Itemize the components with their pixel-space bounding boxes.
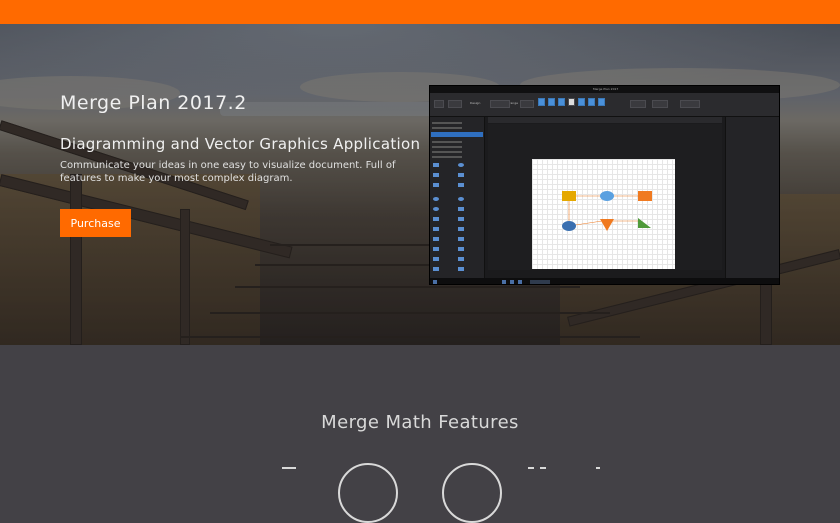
app-ribbon-button xyxy=(434,100,444,108)
rectangle-icon xyxy=(433,163,439,167)
taskbar-app-icon xyxy=(510,280,514,284)
app-style-swatch xyxy=(538,98,545,106)
shape-icon xyxy=(458,227,464,231)
diagram-rectangle xyxy=(638,191,652,201)
app-properties-panel xyxy=(725,117,779,278)
app-style-swatch xyxy=(558,98,565,106)
shape-icon xyxy=(458,217,464,221)
diagram-triangle-orange xyxy=(600,219,614,231)
shape-icon xyxy=(458,197,464,201)
app-ribbon: File Home Design View Arrange xyxy=(430,93,779,117)
ellipse-icon xyxy=(458,163,464,167)
taskbar-active-window xyxy=(530,280,550,284)
shape-icon xyxy=(458,257,464,261)
hero-subtitle: Diagramming and Vector Graphics Applicat… xyxy=(60,135,421,153)
shape-icon xyxy=(458,237,464,241)
app-screenshot: Merge Plan 2017 File Home Design View Ar… xyxy=(429,85,780,285)
app-ribbon-button xyxy=(520,100,534,108)
app-panel-row xyxy=(432,156,462,158)
features-title: Merge Math Features xyxy=(321,412,519,433)
app-panel-row xyxy=(432,141,462,143)
windows-start-icon xyxy=(433,280,437,284)
hero-description: Communicate your ideas in one easy to vi… xyxy=(60,160,396,184)
diagram-ellipse-blue xyxy=(562,221,576,231)
shape-icon xyxy=(433,267,439,271)
app-panel-row xyxy=(432,151,462,153)
shape-icon xyxy=(433,257,439,261)
shape-icon xyxy=(458,183,464,187)
app-ruler xyxy=(488,117,722,123)
shape-icon xyxy=(433,217,439,221)
shape-icon xyxy=(433,227,439,231)
app-ribbon-button xyxy=(490,100,510,108)
app-panel-selected-row xyxy=(431,132,483,137)
app-diagram xyxy=(562,191,652,231)
taskbar-app-icon xyxy=(518,280,522,284)
app-panel-row xyxy=(432,127,462,129)
diagram-diamond-shape xyxy=(562,191,576,201)
feature-circle-icon xyxy=(442,463,502,523)
app-ribbon-button xyxy=(448,100,462,108)
app-ribbon-button xyxy=(652,100,668,108)
app-panel-row xyxy=(432,146,462,148)
app-ribbon-button xyxy=(630,100,646,108)
app-shapes-panel xyxy=(430,117,485,278)
app-window-title: Merge Plan 2017 xyxy=(593,87,619,91)
feature-circle-icon xyxy=(338,463,398,523)
app-titlebar: Merge Plan 2017 xyxy=(430,86,779,93)
shape-icon xyxy=(433,237,439,241)
app-diagram-page xyxy=(532,159,675,269)
app-style-swatch xyxy=(598,98,605,106)
feature-icon-fragment xyxy=(540,467,546,469)
app-tab-design: Design xyxy=(470,101,481,105)
hero-title: Merge Plan 2017.2 xyxy=(60,92,247,114)
app-taskbar xyxy=(430,278,779,284)
app-style-swatch xyxy=(548,98,555,106)
feature-icon-fragment xyxy=(282,467,296,469)
shape-icon xyxy=(433,173,439,177)
app-style-swatch xyxy=(588,98,595,106)
app-style-swatch xyxy=(578,98,585,106)
features-section: Merge Math Features xyxy=(0,345,840,523)
app-style-swatch xyxy=(568,98,575,106)
shape-icon xyxy=(458,207,464,211)
shape-icon xyxy=(433,207,439,211)
shape-icon xyxy=(433,183,439,187)
shape-icon xyxy=(458,267,464,271)
top-accent-bar xyxy=(0,0,840,24)
diagram-triangle-green xyxy=(638,218,651,228)
feature-icon-fragment xyxy=(528,467,534,469)
shape-icon xyxy=(433,247,439,251)
hero-banner: Merge Plan 2017.2 Diagramming and Vector… xyxy=(0,24,840,345)
shape-icon xyxy=(433,197,439,201)
app-panel-row xyxy=(432,122,462,124)
app-ribbon-button xyxy=(680,100,700,108)
shape-icon xyxy=(458,247,464,251)
shape-icon xyxy=(458,173,464,177)
feature-icon-fragment xyxy=(596,467,600,469)
taskbar-app-icon xyxy=(502,280,506,284)
diagram-ellipse-top xyxy=(600,191,614,201)
purchase-button[interactable]: Purchase xyxy=(60,209,131,237)
